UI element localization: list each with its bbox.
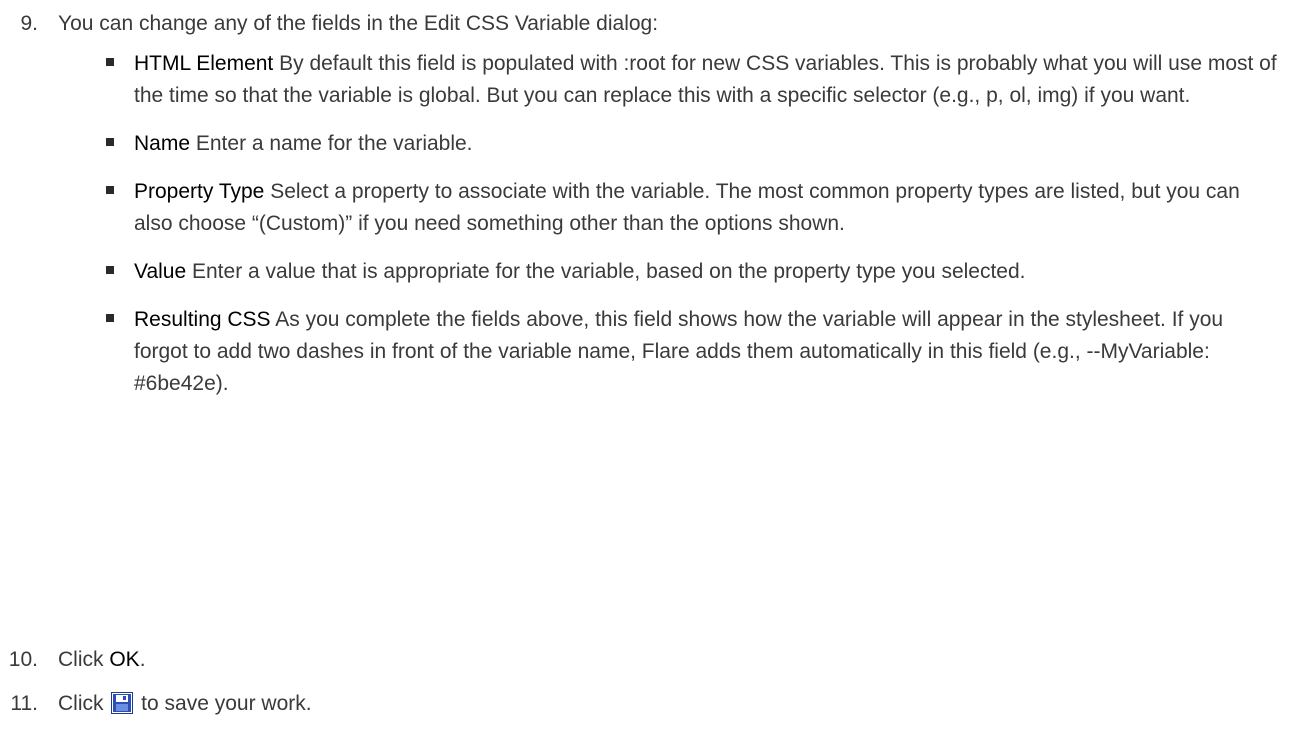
step-number: 10. bbox=[8, 648, 38, 671]
step-text: You can change any of the fields in the … bbox=[58, 12, 659, 35]
field-list: HTML Element By default this field is po… bbox=[104, 48, 1279, 416]
step-text: Click OK. bbox=[58, 644, 1279, 676]
square-bullet-icon bbox=[106, 138, 114, 146]
step-number: 11. bbox=[10, 692, 38, 715]
field-term: Resulting CSS bbox=[134, 308, 271, 331]
square-bullet-icon bbox=[106, 186, 114, 194]
field-term: Value bbox=[134, 260, 187, 283]
field-description: Enter a value that is appropriate for th… bbox=[186, 260, 1026, 283]
square-bullet-icon bbox=[106, 58, 114, 66]
square-bullet-icon bbox=[106, 266, 114, 274]
step-suffix: to save your work. bbox=[135, 692, 312, 715]
ok-button-label: OK bbox=[109, 648, 140, 671]
list-item-property-type: Property Type Select a property to assoc… bbox=[104, 176, 1279, 240]
step-number: 9. bbox=[20, 12, 38, 35]
step-prefix: Click bbox=[58, 692, 110, 715]
list-item-html-element: HTML Element By default this field is po… bbox=[104, 48, 1279, 112]
list-item-resulting-css: Resulting CSS As you complete the fields… bbox=[104, 304, 1279, 400]
field-term: Property Type bbox=[134, 180, 265, 203]
field-description: By default this field is populated with … bbox=[134, 52, 1277, 107]
field-description: Enter a name for the variable. bbox=[190, 132, 473, 155]
field-description: Select a property to associate with the … bbox=[134, 180, 1240, 235]
field-term: Name bbox=[134, 132, 191, 155]
step-suffix: . bbox=[139, 648, 146, 671]
field-term: HTML Element bbox=[134, 52, 274, 75]
save-icon bbox=[111, 692, 134, 714]
field-description: As you complete the fields above, this f… bbox=[134, 308, 1224, 395]
list-item-value: Value Enter a value that is appropriate … bbox=[104, 256, 1279, 288]
list-item-name: Name Enter a name for the variable. bbox=[104, 128, 1279, 160]
step-prefix: Click bbox=[58, 648, 110, 671]
step-text: Click to save your work. bbox=[58, 688, 1279, 720]
square-bullet-icon bbox=[106, 314, 114, 322]
